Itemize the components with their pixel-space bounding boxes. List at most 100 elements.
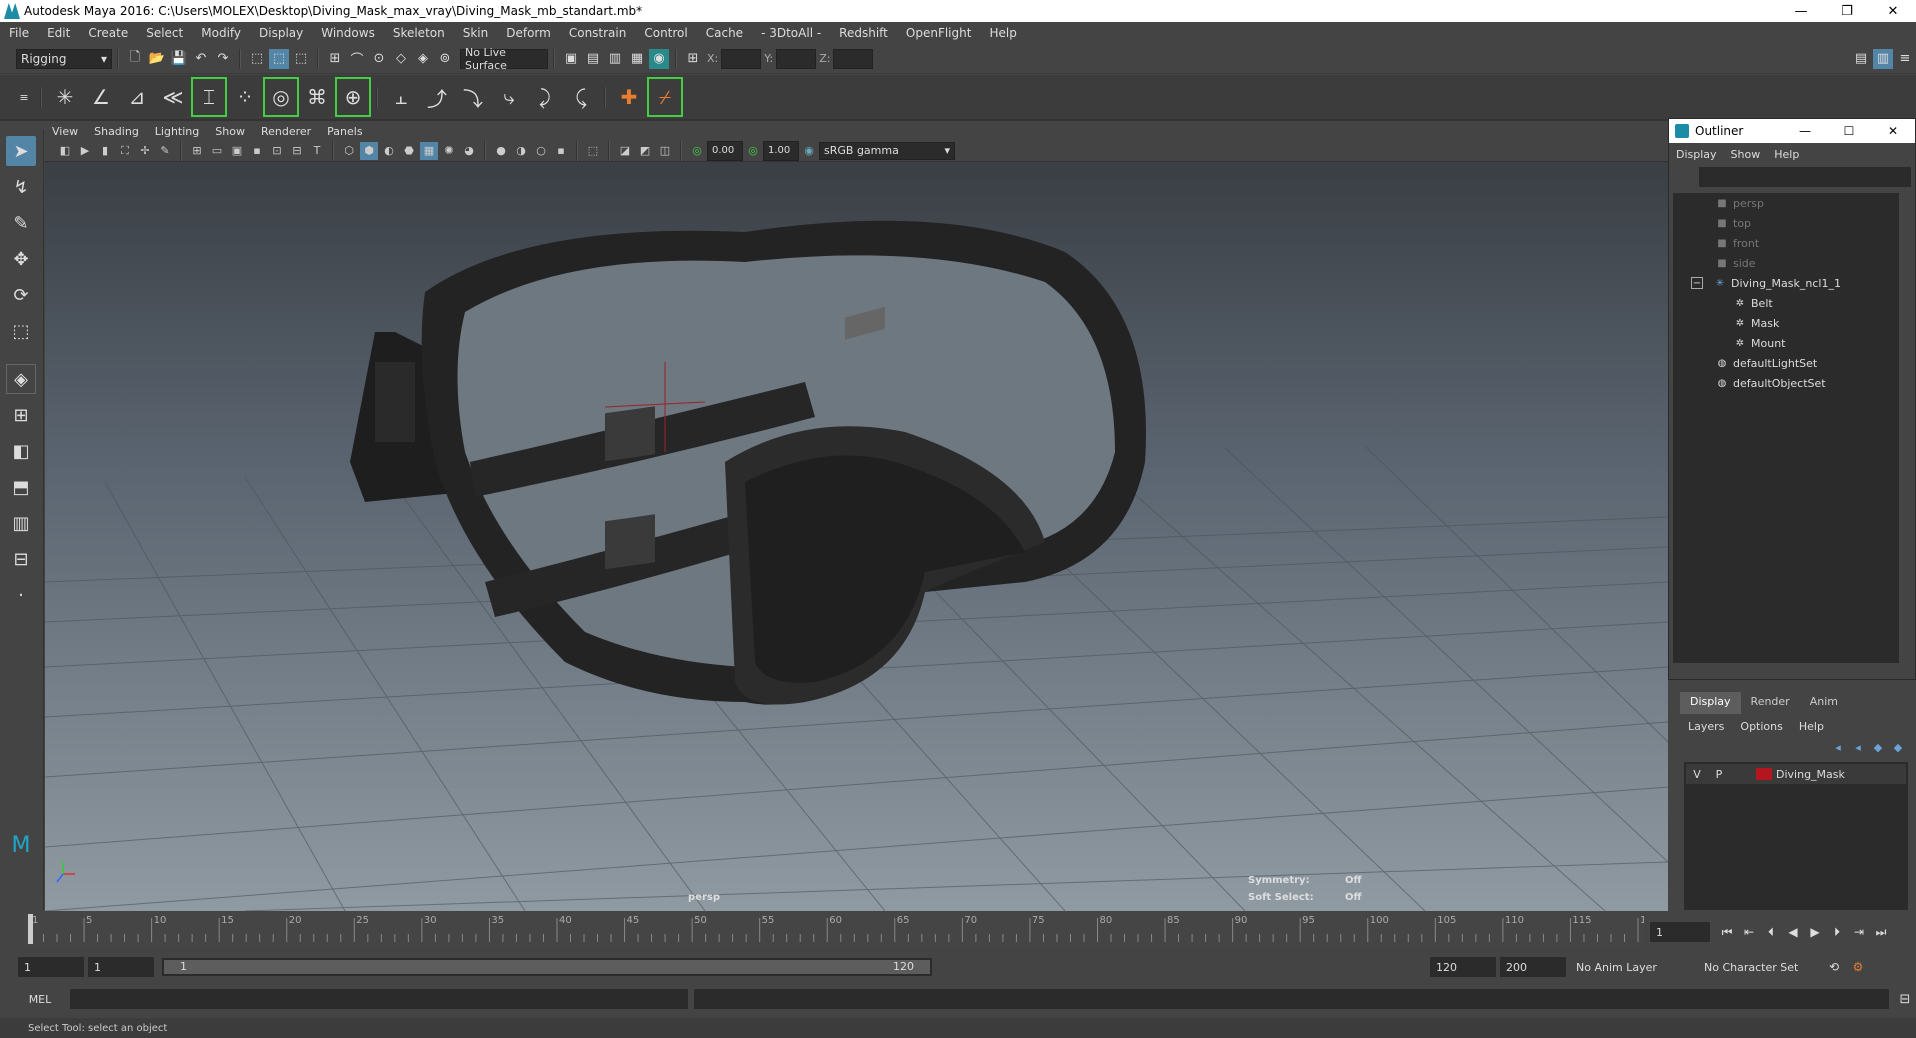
- tab-display[interactable]: Display: [1680, 692, 1741, 714]
- menu-windows[interactable]: Windows: [312, 26, 384, 40]
- move-tool-icon[interactable]: ✥: [6, 244, 36, 274]
- safe-action-icon[interactable]: ⊟: [288, 142, 306, 160]
- locator-icon[interactable]: ⌶: [191, 77, 227, 117]
- xray-icon[interactable]: ◪: [616, 142, 634, 160]
- safe-title-icon[interactable]: T: [308, 142, 326, 160]
- outliner-item-default-object-set[interactable]: ◍ defaultObjectSet: [1673, 373, 1899, 393]
- render-frame-icon[interactable]: ▤: [583, 49, 603, 69]
- menu-display[interactable]: Display: [250, 26, 312, 40]
- time-slider[interactable]: 1 5 10 15 20 25 30 35 40 45 50 55 60 65 70 75 80 85 90 95 10…: [24, 912, 1644, 948]
- play-backward-icon[interactable]: ◀: [1782, 925, 1804, 939]
- motion-blur-icon[interactable]: ◑: [512, 142, 530, 160]
- transform-mode-icon[interactable]: ⊞: [683, 49, 703, 69]
- grid-toggle-icon[interactable]: ⊞: [188, 142, 206, 160]
- animation-preferences-icon[interactable]: ⚙: [1846, 960, 1870, 974]
- step-forward-key-icon[interactable]: ⇥: [1848, 925, 1870, 939]
- panel-menu-panels[interactable]: Panels: [319, 125, 370, 138]
- persp-outliner-layout-icon[interactable]: ◧: [6, 436, 36, 466]
- y-field[interactable]: [776, 48, 817, 69]
- xray-joints-icon[interactable]: ◫: [656, 142, 674, 160]
- end-time-field[interactable]: 200: [1500, 957, 1566, 977]
- menu-edit[interactable]: Edit: [38, 26, 79, 40]
- persp-graph-layout-icon[interactable]: ⬒: [6, 472, 36, 502]
- toggle-channel-box-icon[interactable]: ▥: [1873, 48, 1893, 69]
- parent-constraint-icon[interactable]: ⤴: [421, 79, 453, 115]
- perspective-viewport[interactable]: persp Symmetry: Off Soft Select: Off: [45, 162, 1668, 911]
- menu-create[interactable]: Create: [79, 26, 137, 40]
- minimize-button[interactable]: —: [1783, 124, 1827, 138]
- layer-menu-layers[interactable]: Layers: [1680, 720, 1732, 733]
- x-field[interactable]: [721, 48, 762, 69]
- scale-tool-icon[interactable]: ⬚: [6, 316, 36, 346]
- lasso-tool-icon[interactable]: ↯: [6, 172, 36, 202]
- point-constraint-icon[interactable]: ⤵: [457, 79, 489, 115]
- range-slider-handle-bar[interactable]: 1 120: [164, 960, 930, 974]
- isolate-select-icon[interactable]: ⬚: [584, 142, 602, 160]
- outliner-menu-show[interactable]: Show: [1724, 148, 1768, 161]
- outliner-item-persp[interactable]: ■ persp: [1673, 193, 1899, 213]
- new-layer-selected-icon[interactable]: ◆: [1888, 741, 1908, 754]
- ambient-occlusion-icon[interactable]: ●: [492, 142, 510, 160]
- outliner-item-belt[interactable]: ✲ Belt: [1673, 293, 1899, 313]
- menu-control[interactable]: Control: [635, 26, 696, 40]
- layer-playback-toggle[interactable]: P: [1708, 768, 1730, 781]
- film-gate-icon[interactable]: ▭: [208, 142, 226, 160]
- panel-menu-shading[interactable]: Shading: [86, 125, 147, 138]
- ipr-render-icon[interactable]: ▥: [605, 49, 625, 69]
- mel-label[interactable]: MEL: [10, 993, 70, 1006]
- rotate-tool-icon[interactable]: ⟳: [6, 280, 36, 310]
- exposure-field[interactable]: 0.00: [707, 140, 743, 161]
- outliner-menu-display[interactable]: Display: [1669, 148, 1724, 161]
- new-empty-layer-icon[interactable]: ◆: [1868, 741, 1888, 754]
- color-management-icon[interactable]: ◉: [800, 142, 818, 160]
- script-editor-icon[interactable]: ⊟: [1895, 989, 1915, 1009]
- wrap-icon[interactable]: ⌘: [301, 79, 333, 115]
- range-slider[interactable]: 1 120: [162, 958, 932, 976]
- uv-layout-icon[interactable]: ⊟: [6, 544, 36, 574]
- hypershade-icon[interactable]: ◉: [649, 48, 669, 69]
- outliner-filter-input[interactable]: [1699, 167, 1911, 187]
- xray-active-icon[interactable]: ◩: [636, 142, 654, 160]
- aim-constraint-icon[interactable]: ⤹: [565, 79, 597, 115]
- playback-start-field[interactable]: 1: [88, 957, 154, 977]
- scale-constraint-icon[interactable]: ⤸: [529, 79, 561, 115]
- menu-redshift[interactable]: Redshift: [830, 26, 897, 40]
- collapse-toggle-icon[interactable]: −: [1691, 277, 1703, 289]
- four-view-layout-icon[interactable]: ⊞: [6, 400, 36, 430]
- menu-cache[interactable]: Cache: [697, 26, 752, 40]
- move-layer-down-icon[interactable]: ◂: [1848, 741, 1868, 754]
- close-button[interactable]: ✕: [1870, 0, 1916, 22]
- menu-skeleton[interactable]: Skeleton: [384, 26, 454, 40]
- layer-menu-help[interactable]: Help: [1791, 720, 1832, 733]
- layer-row[interactable]: V P Diving_Mask: [1686, 764, 1906, 784]
- outliner-item-mask[interactable]: ✲ Mask: [1673, 313, 1899, 333]
- select-camera-icon[interactable]: ◧: [56, 142, 74, 160]
- new-scene-icon[interactable]: 🗋: [125, 49, 145, 69]
- tab-anim[interactable]: Anim: [1800, 692, 1848, 714]
- play-forward-icon[interactable]: ▶: [1804, 925, 1826, 939]
- make-live-icon[interactable]: ⊚: [435, 49, 455, 69]
- select-tool-icon[interactable]: ➤: [6, 136, 36, 166]
- anti-aliasing-icon[interactable]: ○: [532, 142, 550, 160]
- playback-end-field[interactable]: 120: [1430, 957, 1496, 977]
- auto-key-icon[interactable]: ⟲: [1822, 960, 1846, 974]
- maya-home-icon[interactable]: M: [6, 830, 36, 860]
- ik-handle-icon[interactable]: ∠: [85, 79, 117, 115]
- shelf-menu-icon[interactable]: ≡: [14, 87, 34, 107]
- layer-visibility-toggle[interactable]: V: [1686, 768, 1708, 781]
- outliner-menu-help[interactable]: Help: [1767, 148, 1806, 161]
- connect-joint-icon[interactable]: ⌿: [647, 77, 683, 117]
- single-perspective-layout-icon[interactable]: ◈: [6, 364, 36, 394]
- step-forward-frame-icon[interactable]: ⏵: [1826, 925, 1848, 940]
- render-view-icon[interactable]: ▦: [627, 49, 647, 69]
- gamma-field[interactable]: 1.00: [763, 140, 799, 161]
- field-chart-icon[interactable]: ⊡: [268, 142, 286, 160]
- lattice-icon[interactable]: ◎: [263, 77, 299, 117]
- menu-help[interactable]: Help: [980, 26, 1025, 40]
- restore-button[interactable]: ☐: [1827, 124, 1871, 138]
- step-back-frame-icon[interactable]: ⏴: [1760, 925, 1782, 940]
- menu-constrain[interactable]: Constrain: [560, 26, 636, 40]
- textured-icon[interactable]: ▦: [420, 141, 438, 160]
- menuset-dropdown[interactable]: Rigging ▾: [16, 48, 112, 69]
- menu-file[interactable]: File: [0, 26, 38, 40]
